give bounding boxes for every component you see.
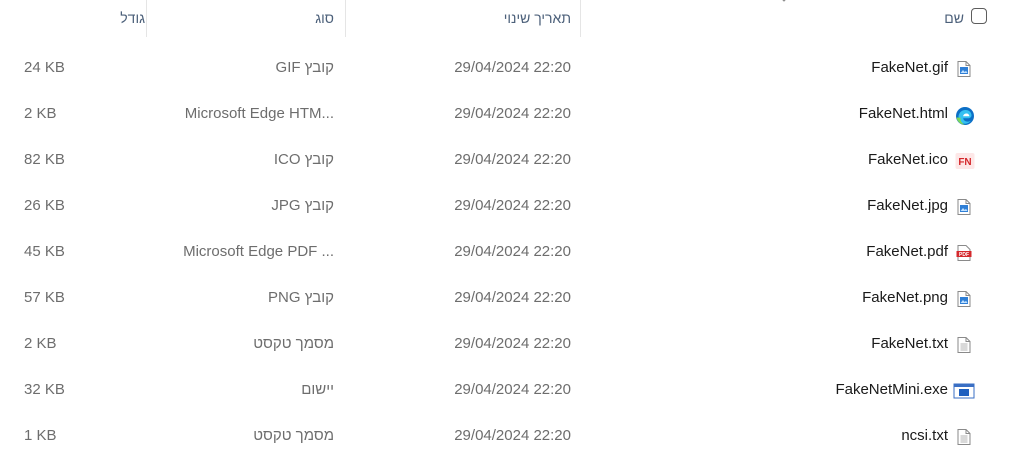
column-header-size[interactable]: גודל (105, 0, 145, 37)
file-type: קובץ GIF (120, 45, 334, 91)
file-type: קובץ PNG (120, 275, 334, 321)
file-type-label: קובץ JPG (271, 197, 334, 214)
file-type: מסמך טקסט (120, 321, 334, 367)
image-file-icon (955, 290, 973, 308)
file-type-label: קובץ PNG (268, 289, 334, 306)
file-modified-date: 29/04/2024 22:20 (454, 105, 571, 122)
text-file-icon (955, 336, 973, 354)
file-type: יישום (120, 367, 334, 413)
file-modified-date: 29/04/2024 22:20 (454, 427, 571, 444)
file-row[interactable]: 24 KB קובץ GIF 29/04/2024 22:20 FakeNet.gif (0, 45, 1024, 91)
file-modified-date: 29/04/2024 22:20 (454, 59, 571, 76)
file-size: 2 KB (24, 105, 57, 122)
file-type-label: יישום (301, 381, 334, 398)
column-header-name[interactable]: שם (920, 0, 964, 37)
column-divider[interactable] (146, 0, 147, 37)
file-type: מסמך טקסט (120, 413, 334, 459)
file-modified-date: 29/04/2024 22:20 (454, 243, 571, 260)
file-row[interactable]: 1 KB מסמך טקסט 29/04/2024 22:20 ncsi.txt (0, 413, 1024, 459)
column-header-date[interactable]: תאריך שינוי (460, 0, 571, 37)
file-name[interactable]: FakeNet.gif (700, 45, 948, 91)
file-name[interactable]: FakeNet.html (700, 91, 948, 137)
file-type: Microsoft Edge HTM... (120, 91, 334, 137)
column-divider[interactable] (345, 0, 346, 37)
file-size: 32 KB (24, 381, 65, 398)
file-type-label: Microsoft Edge HTM... (184, 105, 334, 122)
file-size: 57 KB (24, 289, 65, 306)
file-modified-date: 29/04/2024 22:20 (454, 289, 571, 306)
file-type: Microsoft Edge PDF ... (120, 229, 334, 275)
file-name[interactable]: FakeNet.pdf (700, 229, 948, 275)
file-type: קובץ JPG (120, 183, 334, 229)
svg-text:FN: FN (958, 157, 971, 168)
file-type-label: מסמך טקסט (253, 335, 334, 352)
sort-chevron-icon (782, 0, 786, 2)
file-modified-date: 29/04/2024 22:20 (454, 335, 571, 352)
column-divider[interactable] (580, 0, 581, 37)
image-file-icon (955, 198, 973, 216)
file-type-label: מסמך טקסט (253, 427, 334, 444)
application-icon (953, 382, 975, 400)
file-row[interactable]: 2 KB מסמך טקסט 29/04/2024 22:20 FakeNet.txt (0, 321, 1024, 367)
file-size: 45 KB (24, 243, 65, 260)
file-size: 26 KB (24, 197, 65, 214)
file-size: 82 KB (24, 151, 65, 168)
column-header-type[interactable]: סוג (290, 0, 334, 37)
file-row[interactable]: 26 KB קובץ JPG 29/04/2024 22:20 FakeNet.jpg (0, 183, 1024, 229)
file-size: 1 KB (24, 427, 57, 444)
file-name[interactable]: FakeNet.txt (700, 321, 948, 367)
file-row[interactable]: 32 KB יישום 29/04/2024 22:20 FakeNetMini.ex… (0, 367, 1024, 413)
file-type: קובץ ICO (120, 137, 334, 183)
file-name[interactable]: FakeNet.png (700, 275, 948, 321)
file-type-label: קובץ GIF (275, 59, 334, 76)
file-size: 24 KB (24, 59, 65, 76)
file-size: 2 KB (24, 335, 57, 352)
file-type-label: קובץ ICO (273, 151, 334, 168)
file-name[interactable]: FakeNet.jpg (700, 183, 948, 229)
file-modified-date: 29/04/2024 22:20 (454, 151, 571, 168)
file-row[interactable]: 2 KB Microsoft Edge HTM... 29/04/2024 22:2… (0, 91, 1024, 137)
file-row[interactable]: 45 KB Microsoft Edge PDF ... 29/04/2024 22… (0, 229, 1024, 275)
fakenet-ico-icon: FN (955, 152, 975, 170)
file-row[interactable]: 82 KB קובץ ICO 29/04/2024 22:20 FakeNet.ico… (0, 137, 1024, 183)
edge-icon (955, 106, 974, 125)
file-type-label: Microsoft Edge PDF ... (183, 243, 334, 260)
file-modified-date: 29/04/2024 22:20 (454, 381, 571, 398)
file-row[interactable]: 57 KB קובץ PNG 29/04/2024 22:20 FakeNet.png (0, 275, 1024, 321)
file-modified-date: 29/04/2024 22:20 (454, 197, 571, 214)
svg-text:PDF: PDF (959, 252, 969, 258)
pdf-icon: PDF (955, 244, 973, 262)
file-name[interactable]: ncsi.txt (700, 413, 948, 459)
file-name[interactable]: FakeNetMini.exe (700, 367, 948, 413)
text-file-icon (955, 428, 973, 446)
image-file-icon (955, 60, 973, 78)
file-name[interactable]: FakeNet.ico (700, 137, 948, 183)
column-header-bar: גודל סוג תאריך שינוי שם (0, 0, 1024, 37)
select-all-checkbox[interactable] (971, 8, 987, 24)
